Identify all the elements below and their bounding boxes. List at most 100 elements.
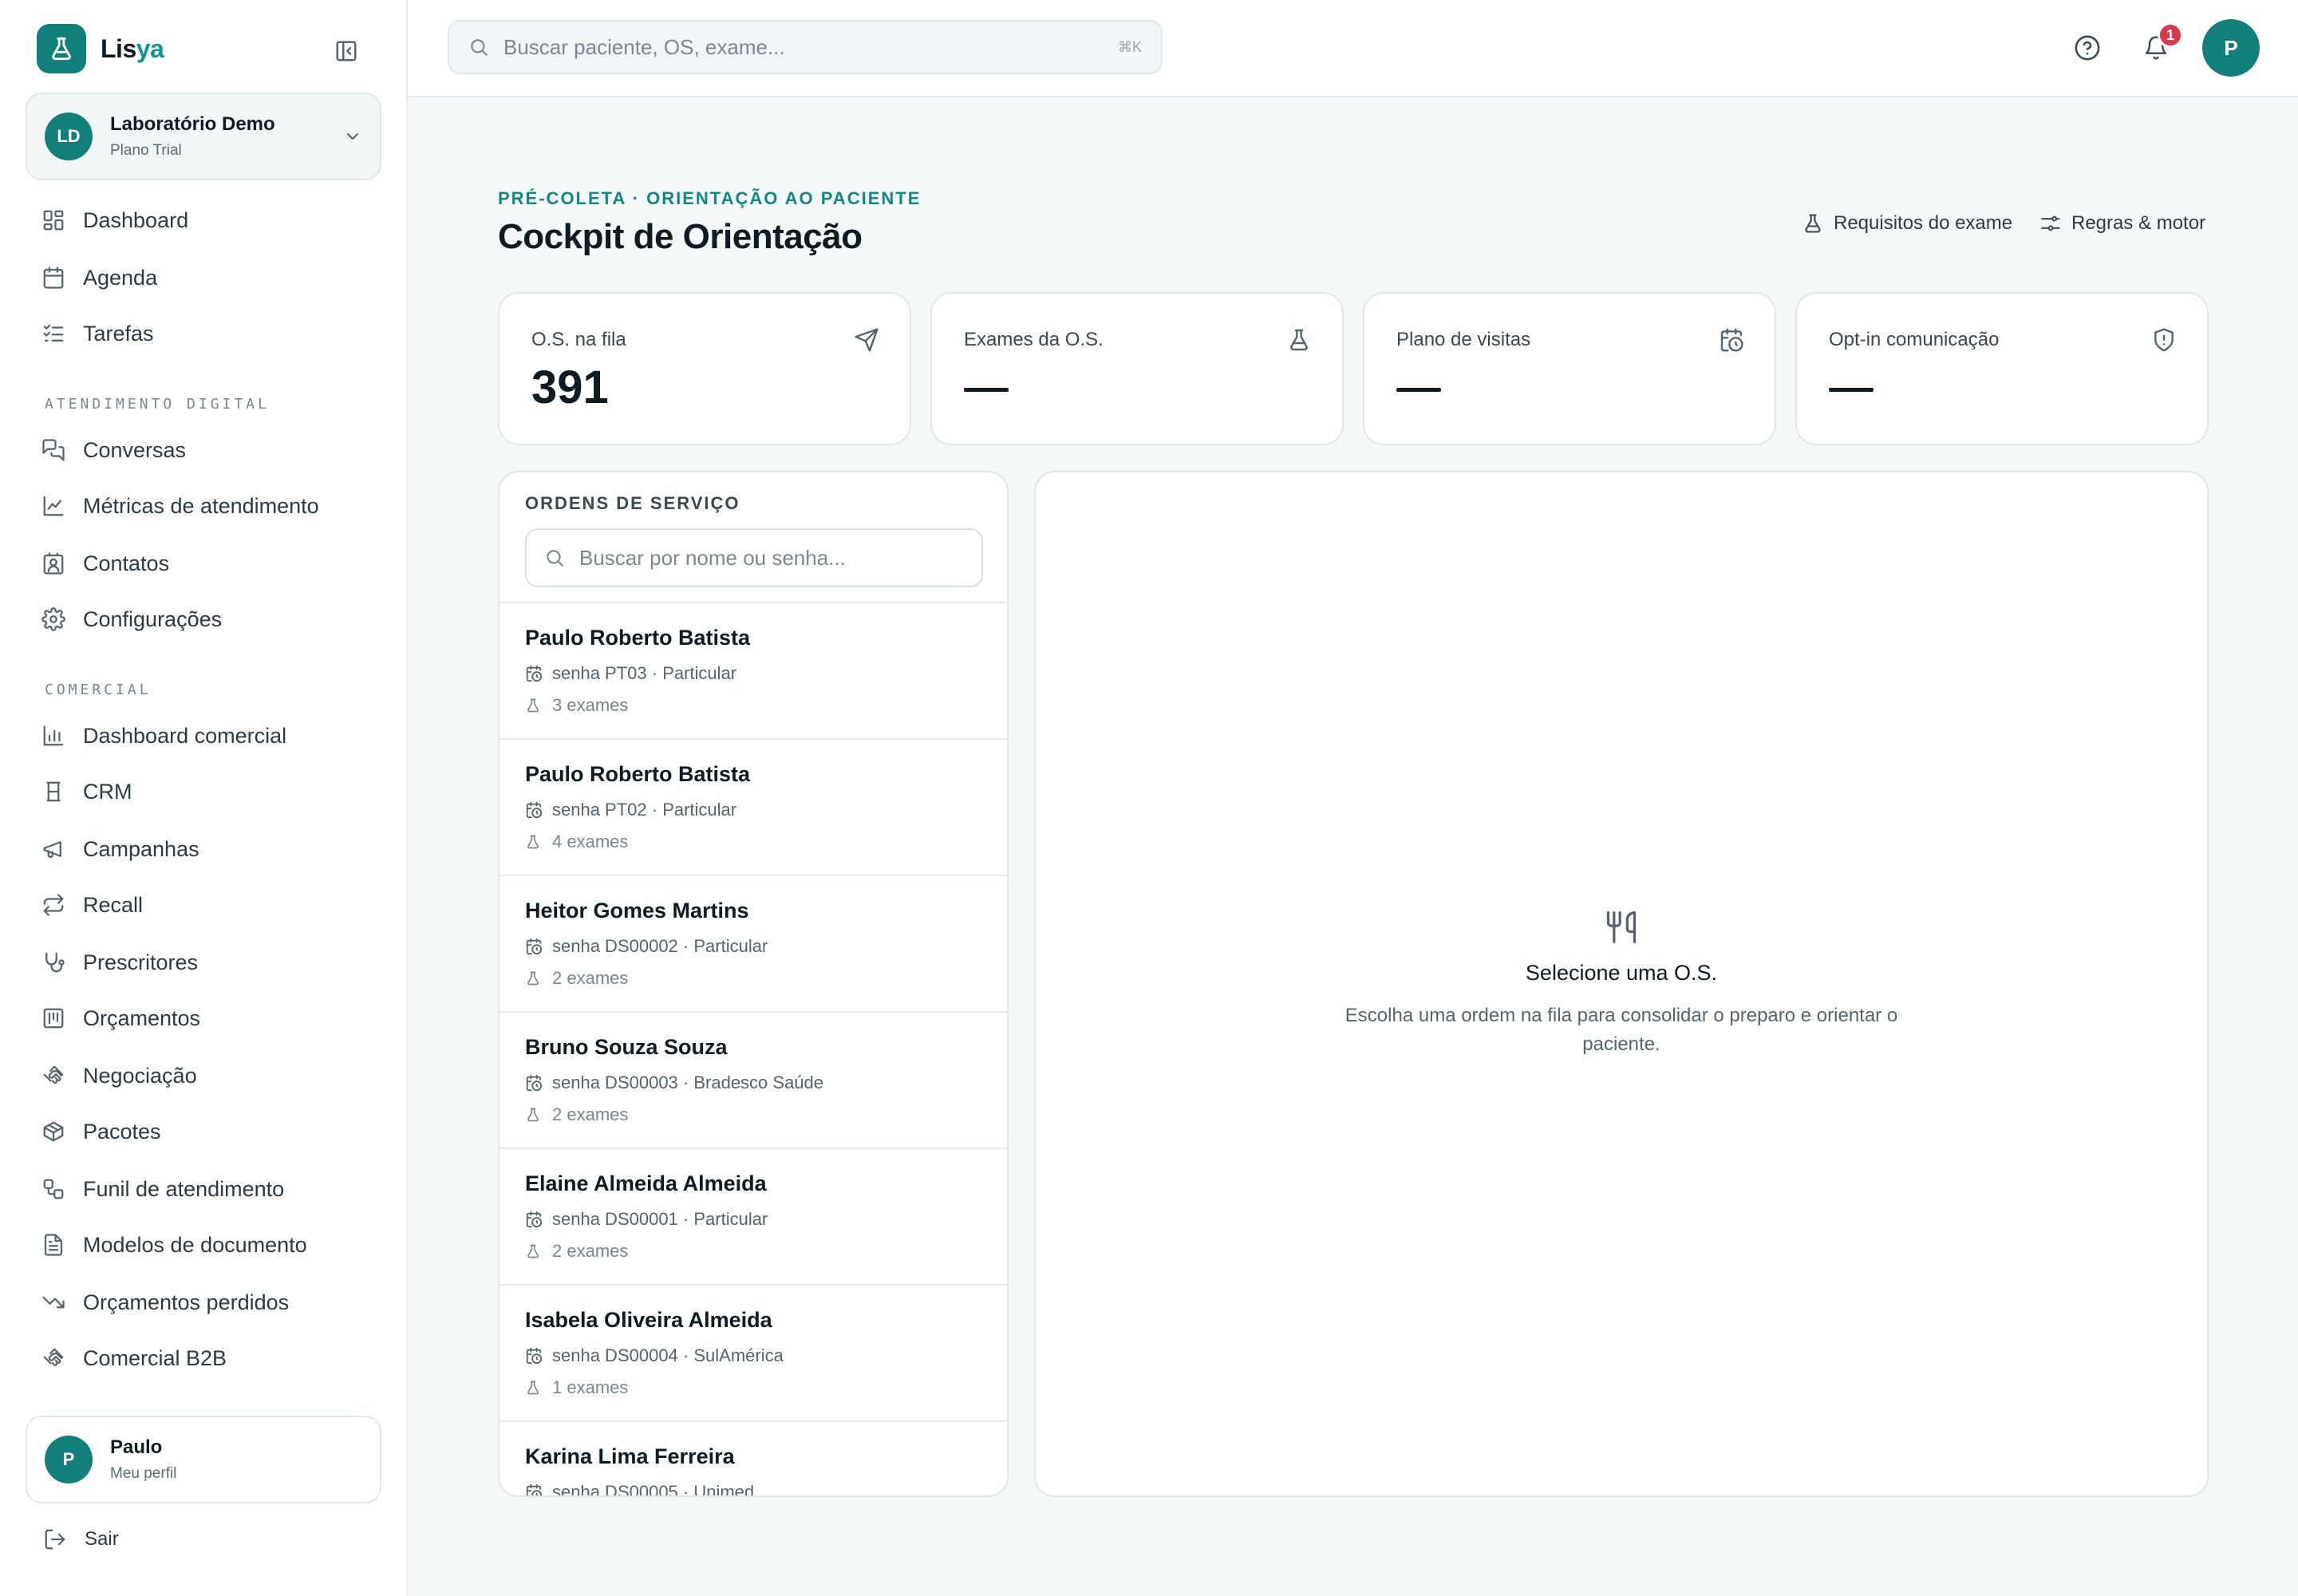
- nav-item-contatos[interactable]: Contatos: [41, 546, 169, 581]
- order-patient-name: Bruno Souza Souza: [525, 1035, 728, 1059]
- handshake-icon: [43, 1065, 64, 1084]
- nav-item-crm[interactable]: CRM: [41, 774, 132, 809]
- order-item[interactable]: Elaine Almeida Almeida senha DS00001 · P…: [499, 1149, 1007, 1286]
- flask-icon: [527, 1108, 539, 1122]
- shield-alert-icon: [2154, 328, 2174, 352]
- global-search[interactable]: ⌘K: [448, 20, 1163, 74]
- trending-down-icon: [42, 1296, 65, 1309]
- order-item[interactable]: Paulo Roberto Batista senha PT02 · Parti…: [499, 740, 1007, 876]
- calendar-clock-icon: [526, 801, 543, 819]
- send-icon: [855, 328, 879, 352]
- nav-item-campanhas[interactable]: Campanhas: [41, 832, 199, 867]
- stat-label: Exames da O.S.: [964, 329, 1104, 350]
- empty-state-title: Selecione uma O.S.: [1525, 961, 1718, 985]
- nav-item-metricas[interactable]: Métricas de atendimento: [41, 488, 319, 523]
- empty-state: Selecione uma O.S. Escolha uma ordem na …: [1036, 910, 2207, 1059]
- order-patient-name: Paulo Roberto Batista: [525, 762, 751, 786]
- page-eyebrow: PRÉ-COLETA · ORIENTAÇÃO AO PACIENTE: [498, 188, 922, 208]
- avatar: P: [45, 1436, 93, 1483]
- nav-item-dashboard[interactable]: Dashboard: [41, 203, 188, 238]
- flask-icon: [527, 698, 539, 713]
- receipt-icon: [43, 1008, 64, 1029]
- order-meta: senha DS00004 · SulAmérica: [552, 1345, 784, 1365]
- nav-item-orcamentos[interactable]: Orçamentos: [41, 1001, 200, 1036]
- orders-list: Paulo Roberto Batista senha PT03 · Parti…: [499, 602, 1007, 1495]
- order-item[interactable]: Heitor Gomes Martins senha DS00002 · Par…: [499, 876, 1007, 1013]
- nav-item-dashboard-comercial[interactable]: Dashboard comercial: [41, 718, 286, 753]
- nav-label: Orçamentos perdidos: [83, 1290, 290, 1314]
- notifications-button[interactable]: 1: [2137, 22, 2183, 67]
- nav-item-tarefas[interactable]: Tarefas: [41, 316, 154, 351]
- nav-item-funil[interactable]: Funil de atendimento: [41, 1171, 284, 1207]
- stat-label: O.S. na fila: [531, 329, 626, 350]
- workflow-icon: [43, 1179, 64, 1199]
- order-item[interactable]: Paulo Roberto Batista senha PT03 · Parti…: [499, 603, 1007, 740]
- brand[interactable]: Lisya: [37, 24, 164, 73]
- nav-item-conversas[interactable]: Conversas: [41, 433, 186, 468]
- nav-item-comercial-b2b[interactable]: Comercial B2B: [41, 1341, 227, 1376]
- nav-item-configuracoes[interactable]: Configurações: [41, 602, 222, 637]
- logout-button[interactable]: Sair: [43, 1527, 119, 1551]
- orders-search-input[interactable]: [579, 545, 964, 571]
- order-patient-name: Paulo Roberto Batista: [525, 626, 751, 650]
- order-exams: 3 exames: [552, 695, 629, 715]
- stethoscope-icon: [45, 952, 65, 973]
- workspace-selector[interactable]: LD Laboratório Demo Plano Trial: [26, 93, 381, 180]
- bar-chart-icon: [43, 725, 64, 746]
- stat-value: 391: [531, 361, 609, 413]
- stat-card-exams: Exames da O.S.: [930, 292, 1344, 445]
- workspace-plan: Plano Trial: [110, 142, 182, 159]
- profile-card[interactable]: P Paulo Meu perfil: [26, 1416, 381, 1503]
- order-meta: senha DS00003 · Bradesco Saúde: [552, 1073, 824, 1092]
- calendar-clock-icon: [526, 665, 543, 682]
- rules-engine-label: Regras & motor: [2071, 212, 2206, 234]
- nav-item-negociacao[interactable]: Negociação: [41, 1058, 197, 1093]
- exam-requirements-label: Requisitos do exame: [1834, 212, 2013, 234]
- order-meta: senha PT02 · Particular: [552, 800, 737, 820]
- nav-label: Funil de atendimento: [83, 1176, 285, 1201]
- order-meta: senha DS00002 · Particular: [552, 936, 768, 956]
- user-avatar[interactable]: P: [2202, 19, 2260, 77]
- orders-search[interactable]: [525, 528, 983, 587]
- help-button[interactable]: [2068, 29, 2106, 67]
- collapse-sidebar-button[interactable]: [332, 37, 361, 65]
- order-item[interactable]: Isabela Oliveira Almeida senha DS00004 ·…: [499, 1286, 1007, 1422]
- nav-label: Dashboard comercial: [83, 723, 287, 748]
- nav-item-prescritores[interactable]: Prescritores: [41, 945, 198, 980]
- calendar-clock-icon: [526, 1074, 543, 1092]
- panel-left-close-icon: [336, 41, 357, 61]
- document-icon: [44, 1234, 63, 1256]
- stat-value-empty: [964, 388, 1009, 392]
- stat-card-visit-plan: Plano de visitas: [1363, 292, 1776, 445]
- search-icon: [547, 550, 563, 567]
- line-chart-icon: [43, 496, 64, 516]
- rules-engine-button[interactable]: Regras & motor: [2039, 212, 2205, 235]
- nav-section-digital: ATENDIMENTO DIGITAL: [45, 396, 270, 413]
- help-circle-icon: [2075, 35, 2100, 61]
- stat-value-empty: [1829, 388, 1874, 392]
- nav-item-orcamentos-perdidos[interactable]: Orçamentos perdidos: [41, 1285, 289, 1320]
- nav-item-recall[interactable]: Recall: [41, 887, 143, 922]
- order-patient-name: Heitor Gomes Martins: [525, 899, 749, 922]
- order-item[interactable]: Karina Lima Ferreira senha DS00005 · Uni…: [499, 1422, 1007, 1495]
- order-item[interactable]: Bruno Souza Souza senha DS00003 · Brades…: [499, 1013, 1007, 1149]
- package-icon: [43, 1121, 64, 1142]
- workspace-name: Laboratório Demo: [110, 113, 275, 135]
- search-input[interactable]: [503, 34, 1104, 60]
- nav-label: Modelos de documento: [83, 1232, 307, 1257]
- nav-label: Comercial B2B: [83, 1345, 227, 1370]
- logout-label: Sair: [85, 1528, 119, 1550]
- nav-label: Pacotes: [83, 1119, 161, 1144]
- nav-label: Tarefas: [83, 321, 154, 346]
- nav-item-pacotes[interactable]: Pacotes: [41, 1114, 161, 1149]
- chevron-down-icon: [347, 133, 358, 140]
- calendar-clock-icon: [526, 1483, 543, 1495]
- calendar-clock-icon: [526, 1347, 543, 1365]
- nav-item-modelos[interactable]: Modelos de documento: [41, 1227, 307, 1262]
- nav-item-agenda[interactable]: Agenda: [41, 260, 157, 295]
- order-exams: 2 exames: [552, 1241, 629, 1261]
- nav-label: Contatos: [83, 551, 170, 575]
- exam-requirements-button[interactable]: Requisitos do exame: [1802, 212, 2012, 235]
- sliders-icon: [2041, 215, 2060, 231]
- order-exams: 2 exames: [552, 1104, 629, 1124]
